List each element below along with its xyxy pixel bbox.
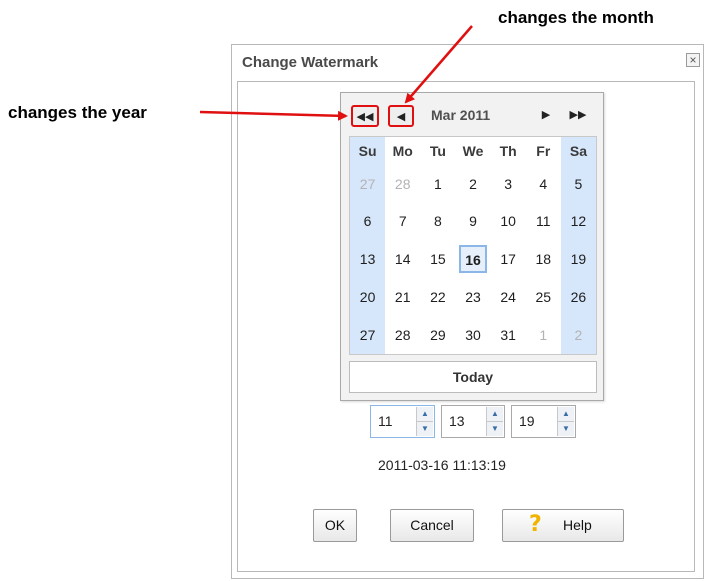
day-cell[interactable]: 24 — [491, 278, 526, 316]
day-cell[interactable]: 26 — [560, 278, 596, 317]
ok-button[interactable]: OK — [313, 509, 357, 542]
day-cell[interactable]: 25 — [526, 278, 561, 316]
weekday-header: We — [462, 142, 484, 159]
month-year-label: Mar 2011 — [431, 107, 491, 123]
day-cell-selected[interactable]: 16 — [455, 240, 490, 278]
day-cell[interactable]: 11 — [526, 202, 561, 240]
day-cell[interactable]: 4 — [526, 165, 561, 203]
day-cell[interactable]: 2 — [455, 165, 490, 203]
day-cell[interactable]: 28 — [385, 165, 420, 203]
dialog-title: Change Watermark — [242, 54, 379, 71]
day-cell[interactable]: 2 — [560, 316, 596, 354]
minute-spinner[interactable]: 13 ▲ ▼ — [441, 405, 505, 438]
day-cell[interactable]: 18 — [526, 240, 561, 278]
day-cell[interactable]: 22 — [420, 278, 455, 316]
next-year-icon[interactable]: ▶▶ — [567, 105, 589, 127]
week-row: 6 7 8 9 10 11 12 — [350, 202, 596, 241]
day-cell[interactable]: 12 — [560, 202, 596, 241]
day-cell[interactable]: 19 — [560, 240, 596, 279]
weekday-header: Th — [499, 142, 517, 159]
day-cell[interactable]: 13 — [350, 240, 386, 279]
minute-value: 13 — [449, 413, 465, 429]
weekday-header: Fr — [536, 142, 551, 159]
selected-day-label: 16 — [458, 245, 487, 274]
decrement-icon[interactable]: ▼ — [417, 421, 433, 436]
day-cell[interactable]: 10 — [491, 202, 526, 240]
weekday-header-row: Su Mo Tu We Th Fr Sa — [350, 137, 596, 165]
hour-spinner[interactable]: 11 ▲ ▼ — [370, 405, 435, 438]
decrement-icon[interactable]: ▼ — [558, 421, 574, 436]
day-cell[interactable]: 28 — [385, 316, 420, 354]
day-cell[interactable]: 17 — [491, 240, 526, 278]
week-row: 27 28 1 2 3 4 5 — [350, 164, 596, 203]
help-icon: ? — [529, 512, 542, 537]
previous-month-icon[interactable]: ◀ — [388, 105, 414, 127]
hour-spinner-arrows: ▲ ▼ — [416, 407, 433, 436]
weekday-header: Sa — [560, 137, 596, 165]
day-cell[interactable]: 15 — [420, 240, 455, 278]
day-cell[interactable]: 1 — [526, 316, 561, 354]
calendar-day-grid: Su Mo Tu We Th Fr Sa 27 28 1 2 3 4 5 6 7… — [349, 136, 597, 355]
close-icon[interactable]: × — [686, 53, 700, 67]
increment-icon[interactable]: ▲ — [417, 407, 433, 421]
weekday-header: Su — [350, 137, 386, 165]
increment-icon[interactable]: ▲ — [558, 407, 574, 421]
next-month-icon[interactable]: ▶ — [538, 105, 554, 127]
increment-icon[interactable]: ▲ — [487, 407, 503, 421]
day-cell[interactable]: 27 — [350, 316, 386, 354]
day-cell[interactable]: 20 — [350, 278, 386, 317]
week-row: 13 14 15 16 17 18 19 — [350, 240, 596, 279]
week-row: 27 28 29 30 31 1 2 — [350, 316, 596, 354]
day-cell[interactable]: 31 — [491, 316, 526, 354]
day-cell[interactable]: 1 — [420, 165, 455, 203]
hour-value: 11 — [378, 413, 393, 429]
minute-spinner-arrows: ▲ ▼ — [486, 407, 503, 436]
previous-year-icon[interactable]: ◀◀ — [351, 105, 379, 127]
annotation-changes-year: changes the year — [8, 103, 147, 122]
day-cell[interactable]: 21 — [385, 278, 420, 316]
calendar-header: ◀◀ ◀ Mar 2011 ▶ ▶▶ — [341, 93, 603, 133]
weekday-header: Mo — [392, 142, 413, 159]
date-picker-calendar: ◀◀ ◀ Mar 2011 ▶ ▶▶ Su Mo Tu We Th Fr Sa … — [340, 92, 604, 401]
day-cell[interactable]: 9 — [455, 202, 490, 240]
weekday-header: Tu — [429, 142, 446, 159]
day-cell[interactable]: 14 — [385, 240, 420, 278]
day-cell[interactable]: 23 — [455, 278, 490, 316]
second-value: 19 — [519, 413, 535, 429]
help-button[interactable]: ? Help — [502, 509, 624, 542]
second-spinner-arrows: ▲ ▼ — [557, 407, 574, 436]
decrement-icon[interactable]: ▼ — [487, 421, 503, 436]
day-cell[interactable]: 7 — [385, 202, 420, 240]
cancel-button[interactable]: Cancel — [390, 509, 474, 542]
today-button[interactable]: Today — [349, 361, 597, 393]
day-cell[interactable]: 5 — [560, 164, 596, 203]
day-cell[interactable]: 27 — [350, 164, 386, 203]
day-cell[interactable]: 29 — [420, 316, 455, 354]
day-cell[interactable]: 6 — [350, 202, 386, 241]
day-cell[interactable]: 3 — [491, 165, 526, 203]
day-cell[interactable]: 30 — [455, 316, 490, 354]
help-button-label: Help — [563, 517, 592, 533]
day-cell[interactable]: 8 — [420, 202, 455, 240]
annotation-changes-month: changes the month — [498, 8, 654, 27]
second-spinner[interactable]: 19 ▲ ▼ — [511, 405, 576, 438]
selected-datetime-text: 2011-03-16 11:13:19 — [378, 457, 506, 473]
week-row: 20 21 22 23 24 25 26 — [350, 278, 596, 317]
